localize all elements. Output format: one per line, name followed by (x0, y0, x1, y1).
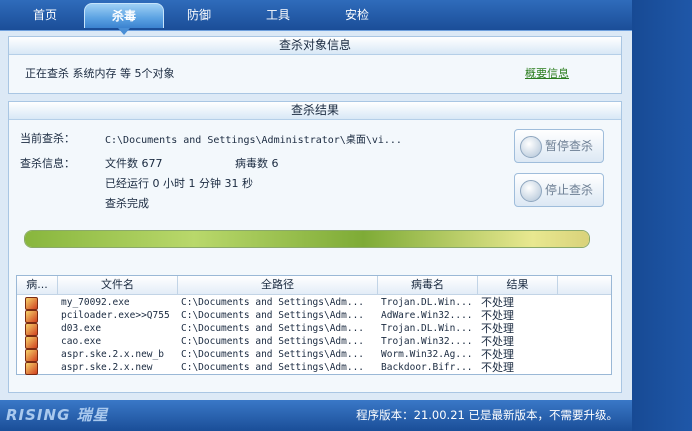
col-file-name[interactable]: 文件名 (58, 276, 178, 294)
col-virus-name[interactable]: 病毒名 (378, 276, 478, 294)
stop-scan-label: 停止查杀 (545, 183, 594, 197)
scan-status-text: 正在查杀 系统内存 等 5个对象 (25, 67, 175, 80)
panel-title: 查杀结果 (9, 102, 621, 120)
virus-name-cell: Trojan.DL.Win... (381, 323, 473, 334)
full-path-cell: C:\Documents and Settings\Adm... (181, 336, 365, 347)
file-name-cell: aspr.ske.2.x.new_b (61, 349, 164, 360)
scan-progress-bar (24, 230, 590, 248)
status-bar: RISING 瑞星 程序版本：21.00.21 已是最新版本，不需要升级。 (0, 400, 632, 431)
antivirus-window: 首页 杀毒 防御 工具 安检 查杀对象信息 正在查杀 系统内存 等 5个对象 概… (0, 0, 632, 431)
table-row[interactable]: aspr.ske.2.x.new_b C:\Documents and Setti… (17, 348, 611, 362)
pause-icon (520, 136, 542, 158)
panel-title: 查杀对象信息 (9, 37, 621, 55)
tab-defense[interactable]: 防御 (172, 3, 226, 27)
runtime-text: 已经运行 0 小时 1 分钟 31 秒 (105, 177, 253, 190)
col-full-path[interactable]: 全路径 (178, 276, 378, 294)
result-cell: 不处理 (481, 322, 514, 335)
stop-icon (520, 180, 542, 202)
result-cell: 不处理 (481, 348, 514, 361)
virus-results-table: 病... 文件名 全路径 病毒名 结果 my_70092.exe C:\Docum… (16, 275, 612, 375)
table-row[interactable]: cao.exe C:\Documents and Settings\Adm... T… (17, 335, 611, 349)
current-scan-path: C:\Documents and Settings\Administrator\… (105, 135, 402, 146)
col-virus-icon[interactable]: 病... (17, 276, 58, 294)
scan-info-label: 查杀信息： (20, 157, 75, 170)
table-row[interactable]: d03.exe C:\Documents and Settings\Adm... T… (17, 322, 611, 336)
scan-progress-fill (25, 231, 589, 247)
pause-scan-button[interactable]: 暂停查杀 (514, 129, 604, 163)
current-scan-label: 当前查杀： (20, 132, 75, 145)
pause-scan-label: 暂停查杀 (545, 139, 594, 153)
tab-home[interactable]: 首页 (18, 3, 72, 27)
background-edge (632, 0, 692, 431)
file-name-cell: d03.exe (61, 323, 102, 334)
table-row[interactable]: aspr.ske.2.x.new C:\Documents and Setting… (17, 361, 611, 375)
virus-name-cell: Trojan.DL.Win... (381, 297, 473, 308)
version-text: 程序版本：21.00.21 已是最新版本，不需要升级。 (356, 408, 618, 422)
file-count: 文件数 677 (105, 157, 163, 170)
table-row[interactable]: pciloader.exe>>Q755 C:\Documents and Sett… (17, 309, 611, 323)
virus-count: 病毒数 6 (235, 157, 279, 170)
col-result[interactable]: 结果 (478, 276, 558, 294)
tab-bar: 首页 杀毒 防御 工具 安检 (0, 0, 632, 35)
file-name-cell: my_70092.exe (61, 297, 130, 308)
summary-link[interactable]: 概要信息 (525, 65, 569, 81)
table-row[interactable]: my_70092.exe C:\Documents and Settings\Ad… (17, 296, 611, 310)
result-cell: 不处理 (481, 361, 514, 374)
virus-name-cell: AdWare.Win32.... (381, 310, 473, 321)
full-path-cell: C:\Documents and Settings\Adm... (181, 362, 365, 373)
table-header: 病... 文件名 全路径 病毒名 结果 (17, 276, 611, 295)
file-name-cell: aspr.ske.2.x.new (61, 362, 153, 373)
result-cell: 不处理 (481, 309, 514, 322)
result-cell: 不处理 (481, 335, 514, 348)
tab-security-check[interactable]: 安检 (330, 3, 384, 27)
virus-name-cell: Worm.Win32.Ag... (381, 349, 473, 360)
scan-complete-text: 查杀完成 (105, 197, 149, 210)
full-path-cell: C:\Documents and Settings\Adm... (181, 297, 365, 308)
file-name-cell: cao.exe (61, 336, 102, 347)
full-path-cell: C:\Documents and Settings\Adm... (181, 323, 365, 334)
virus-name-cell: Backdoor.Bifr... (381, 362, 473, 373)
virus-icon (25, 362, 38, 375)
full-path-cell: C:\Documents and Settings\Adm... (181, 310, 365, 321)
tab-antivirus[interactable]: 杀毒 (84, 3, 164, 35)
tab-tools[interactable]: 工具 (251, 3, 305, 27)
virus-name-cell: Trojan.Win32.... (381, 336, 473, 347)
scan-target-panel: 查杀对象信息 正在查杀 系统内存 等 5个对象 概要信息 (8, 36, 622, 94)
full-path-cell: C:\Documents and Settings\Adm... (181, 349, 365, 360)
rising-logo: RISING 瑞星 (6, 406, 109, 424)
stop-scan-button[interactable]: 停止查杀 (514, 173, 604, 207)
file-name-cell: pciloader.exe>>Q755 (61, 310, 170, 321)
result-cell: 不处理 (481, 296, 514, 309)
